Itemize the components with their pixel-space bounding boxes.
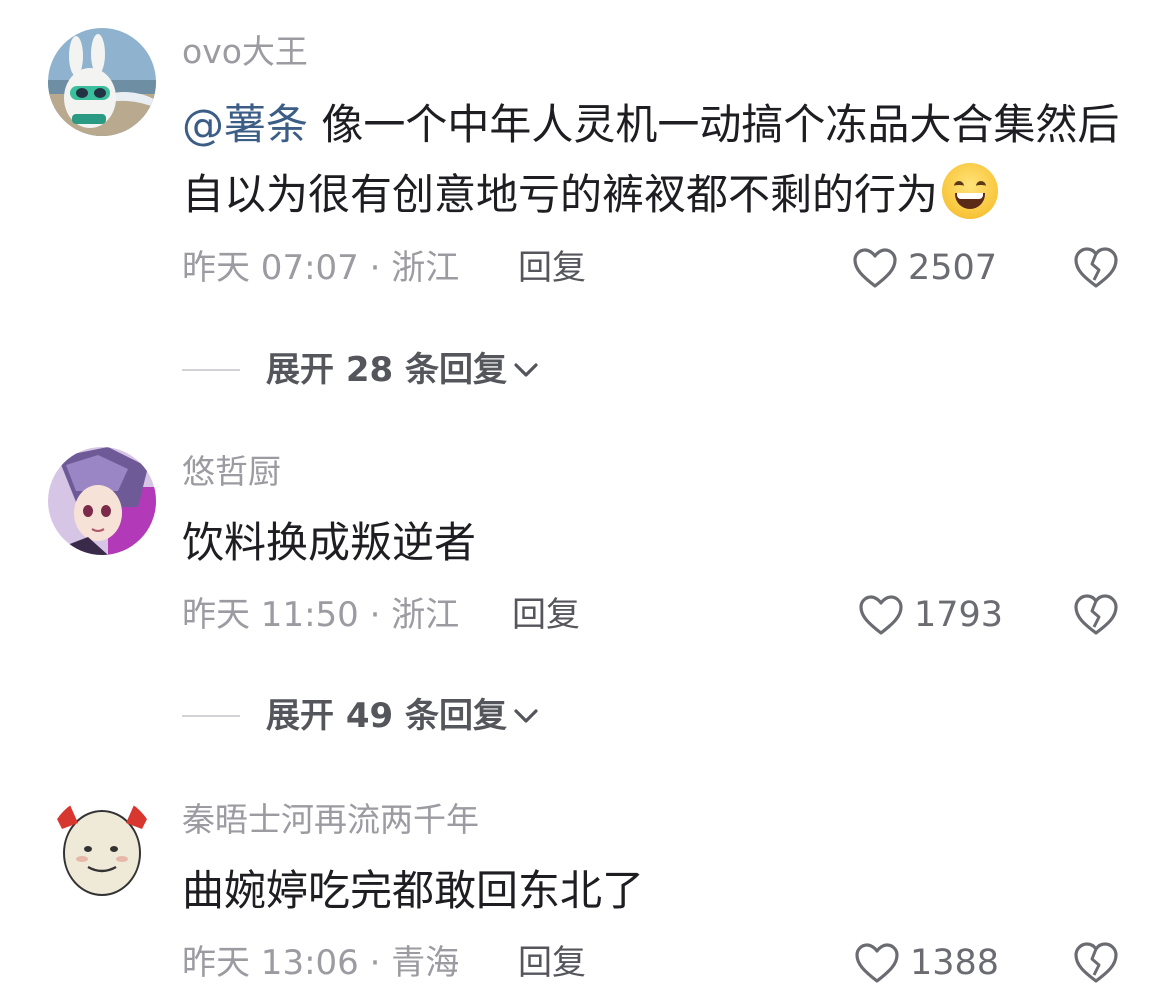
time-location: 昨天 13:06 · 青海 <box>182 943 460 983</box>
like-count: 1388 <box>910 943 1000 983</box>
broken-heart-icon[interactable] <box>1072 591 1120 639</box>
reply-button[interactable]: 回复 <box>518 938 586 988</box>
comment-text: 曲婉婷吃完都敢回东北了 <box>182 866 645 915</box>
reply-button[interactable]: 回复 <box>512 590 580 640</box>
avatar[interactable] <box>48 795 156 903</box>
comment-text: @薯条 像一个中年人灵机一动搞个冻品大合集然后自以为很有创意地亏的裤衩都不剩的行… <box>182 90 1132 230</box>
divider-line <box>182 715 240 717</box>
like-count: 2507 <box>908 248 998 288</box>
time-location: 昨天 11:50 · 浙江 <box>182 595 460 635</box>
chevron-down-icon <box>514 363 538 377</box>
username[interactable]: ovo大王 <box>182 30 308 74</box>
grinning-sweat-emoji-icon <box>942 163 999 219</box>
avatar[interactable] <box>48 28 156 136</box>
comment-text: 饮料换成叛逆者 <box>182 518 477 567</box>
divider-line <box>182 369 240 371</box>
username[interactable]: 秦晤士河再流两千年 <box>182 798 479 842</box>
heart-outline-icon <box>855 943 899 983</box>
broken-heart-icon[interactable] <box>1072 939 1120 987</box>
like-count: 1793 <box>914 595 1004 635</box>
like-button[interactable]: 2507 <box>852 243 997 293</box>
avatar-egg-face-image <box>48 795 156 903</box>
avatar[interactable] <box>48 447 156 555</box>
time-location: 昨天 07:07 · 浙江 <box>182 248 460 288</box>
comment-item: ovo大王 @薯条 像一个中年人灵机一动搞个冻品大合集然后自以为很有创意地亏的裤… <box>0 0 1170 420</box>
expand-replies-button[interactable]: 展开 49 条回复 <box>182 691 541 741</box>
broken-heart-icon[interactable] <box>1072 244 1120 292</box>
expand-replies-label: 展开 49 条回复 <box>266 696 507 736</box>
chevron-down-icon <box>514 709 538 723</box>
reply-button[interactable]: 回复 <box>518 243 586 293</box>
like-button[interactable]: 1388 <box>854 938 999 988</box>
heart-outline-icon <box>853 248 897 288</box>
expand-replies-label: 展开 28 条回复 <box>266 350 507 390</box>
avatar-anime-character-image <box>48 447 156 555</box>
heart-outline-icon <box>859 595 903 635</box>
expand-replies-button[interactable]: 展开 28 条回复 <box>182 345 541 395</box>
username[interactable]: 悠哲厨 <box>182 450 281 494</box>
mention-link[interactable]: @薯条 <box>182 100 308 149</box>
avatar-bunny-beach-image <box>48 28 156 136</box>
like-button[interactable]: 1793 <box>858 590 1003 640</box>
